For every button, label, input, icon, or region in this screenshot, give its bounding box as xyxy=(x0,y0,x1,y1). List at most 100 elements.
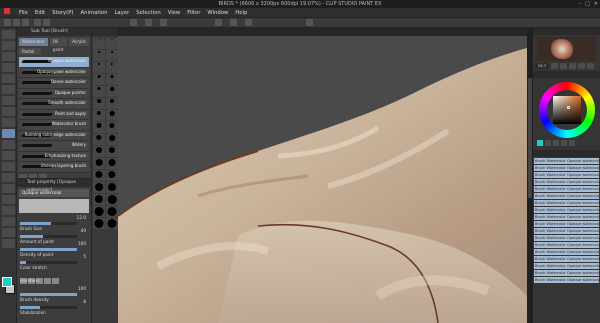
layer-item[interactable]: Brush Watercolor Opaque watercolor xyxy=(534,185,599,193)
brush-size-option[interactable] xyxy=(93,50,105,61)
layer-item[interactable]: Brush Watercolor Opaque watercolor xyxy=(534,227,599,235)
color-cursor[interactable] xyxy=(566,106,570,109)
maximize-button[interactable]: □ xyxy=(585,1,590,7)
decoration-tool-icon[interactable] xyxy=(1,151,15,160)
figure-tool-icon[interactable] xyxy=(1,206,15,215)
property-slider[interactable] xyxy=(20,261,77,264)
brush-size-option[interactable] xyxy=(106,98,118,109)
main-color-chip[interactable] xyxy=(537,140,543,146)
layer-item[interactable]: Brush Watercolor Opaque watercolor xyxy=(534,262,599,269)
ruler-icon[interactable] xyxy=(245,19,252,26)
undo-icon[interactable] xyxy=(34,19,41,26)
menu-item-file[interactable]: File xyxy=(19,8,28,18)
eraser-tool-icon[interactable] xyxy=(1,162,15,171)
brush-size-option[interactable] xyxy=(93,158,105,169)
document-icon[interactable] xyxy=(145,19,152,26)
tab-oil-paint[interactable]: Oil paint xyxy=(49,38,68,52)
brush-list-item[interactable]: Opaque watercolor xyxy=(19,57,89,68)
brush-size-option[interactable] xyxy=(106,206,118,217)
close-button[interactable]: ✕ xyxy=(594,1,598,7)
redo-icon[interactable] xyxy=(43,19,50,26)
tab-pastel[interactable]: Pastel xyxy=(19,48,41,55)
tab-watercolor[interactable]: Watercolor xyxy=(19,38,48,46)
brush-size-option[interactable] xyxy=(106,50,118,61)
menu-item-edit[interactable]: Edit xyxy=(35,8,45,18)
hardness-option[interactable] xyxy=(44,278,51,284)
gradient-tool-icon[interactable] xyxy=(1,195,15,204)
menu-item-storyp[interactable]: Story(P) xyxy=(52,8,73,18)
menu-item-help[interactable]: Help xyxy=(235,8,247,18)
property-slider[interactable] xyxy=(20,235,77,238)
brush-size-option[interactable] xyxy=(93,74,105,85)
zoom-in-icon[interactable] xyxy=(560,63,567,69)
hardness-option[interactable] xyxy=(52,278,59,284)
brush-size-option[interactable] xyxy=(93,134,105,145)
scroll-thumb[interactable] xyxy=(528,78,532,198)
layer-item[interactable]: Brush Watercolor Opaque watercolor xyxy=(534,269,599,276)
brush-size-option[interactable] xyxy=(106,38,118,49)
layer-item[interactable]: Brush Watercolor Opaque watercolor xyxy=(534,171,599,179)
brush-size-option[interactable] xyxy=(106,86,118,97)
brush-size-option[interactable] xyxy=(93,146,105,157)
brush-list-item[interactable]: Running color edge watercolor xyxy=(19,130,89,141)
brush-size-option[interactable] xyxy=(93,182,105,193)
navigator-preview[interactable] xyxy=(537,37,596,61)
menu-item-view[interactable]: View xyxy=(168,8,181,18)
property-slider[interactable] xyxy=(20,248,77,251)
layer-item[interactable]: Brush Watercolor Opaque watercolor xyxy=(534,213,599,221)
eyedropper-tool-icon[interactable] xyxy=(1,96,15,105)
layer-item[interactable]: Brush Watercolor Opaque watercolor xyxy=(534,158,599,165)
fill-tool-icon[interactable] xyxy=(1,184,15,193)
auto-select-tool-icon[interactable] xyxy=(1,85,15,94)
layer-item[interactable]: Brush Watercolor Opaque watercolor xyxy=(534,248,599,255)
rotate-right-icon[interactable] xyxy=(578,63,585,69)
brush-size-option[interactable] xyxy=(106,122,118,133)
brush-tool-icon[interactable] xyxy=(1,129,15,138)
open-file-icon[interactable] xyxy=(13,19,20,26)
brush-list-item[interactable]: Emphasizing texture xyxy=(19,151,89,162)
layer-item[interactable]: Brush Watercolor Opaque watercolor xyxy=(534,234,599,242)
brush-list-item[interactable]: Watery xyxy=(19,141,89,152)
brush-list-item[interactable]: Paint and apply xyxy=(19,109,89,120)
transform-icon[interactable] xyxy=(215,19,222,26)
layer-item[interactable]: Brush Watercolor Opaque watercolor xyxy=(534,192,599,200)
layer-item[interactable]: Brush Watercolor Opaque watercolor xyxy=(534,220,599,228)
brush-size-option[interactable] xyxy=(93,170,105,181)
zoom-level[interactable]: 19.7 xyxy=(535,63,549,69)
airbrush-tool-icon[interactable] xyxy=(1,140,15,149)
menu-item-animation[interactable]: Animation xyxy=(80,8,107,18)
sub-color-chip[interactable] xyxy=(545,140,551,146)
layer-item[interactable]: Brush Watercolor Opaque watercolor xyxy=(534,164,599,172)
color-mode-icon[interactable] xyxy=(569,140,575,146)
layer-icon[interactable] xyxy=(160,19,167,26)
menu-item-selection[interactable]: Selection xyxy=(136,8,160,18)
tab-acrylic[interactable]: Acrylic xyxy=(69,38,89,46)
brush-list-item[interactable]: Uneven layering brush xyxy=(19,162,89,173)
grid-icon[interactable] xyxy=(230,19,237,26)
brush-list-item[interactable]: Watercolor brush xyxy=(19,120,89,131)
move-layer-tool-icon[interactable] xyxy=(1,63,15,72)
brush-size-option[interactable] xyxy=(93,86,105,97)
layer-item[interactable]: Brush Watercolor Opaque watercolor xyxy=(534,276,599,283)
saturation-value-square[interactable] xyxy=(552,96,581,124)
flip-icon[interactable] xyxy=(587,63,594,69)
brush-list-item[interactable]: Opaque pixel watercolor xyxy=(19,67,89,78)
lasso-tool-icon[interactable] xyxy=(1,74,15,83)
brush-size-option[interactable] xyxy=(93,122,105,133)
brush-size-option[interactable] xyxy=(106,146,118,157)
brush-size-option[interactable] xyxy=(106,62,118,73)
brush-size-option[interactable] xyxy=(93,194,105,205)
ruler-tool-icon[interactable] xyxy=(1,228,15,237)
settings-icon[interactable] xyxy=(306,19,313,26)
pen-tool-icon[interactable] xyxy=(1,107,15,116)
brush-size-option[interactable] xyxy=(106,182,118,193)
zoom-out-icon[interactable] xyxy=(551,63,558,69)
brush-size-option[interactable] xyxy=(106,218,118,229)
brush-size-option[interactable] xyxy=(93,98,105,109)
brush-size-option[interactable] xyxy=(93,62,105,73)
frame-tool-icon[interactable] xyxy=(1,217,15,226)
blend-tool-icon[interactable] xyxy=(1,173,15,182)
new-file-icon[interactable] xyxy=(4,19,11,26)
brush-size-option[interactable] xyxy=(106,194,118,205)
brush-size-option[interactable] xyxy=(93,206,105,217)
